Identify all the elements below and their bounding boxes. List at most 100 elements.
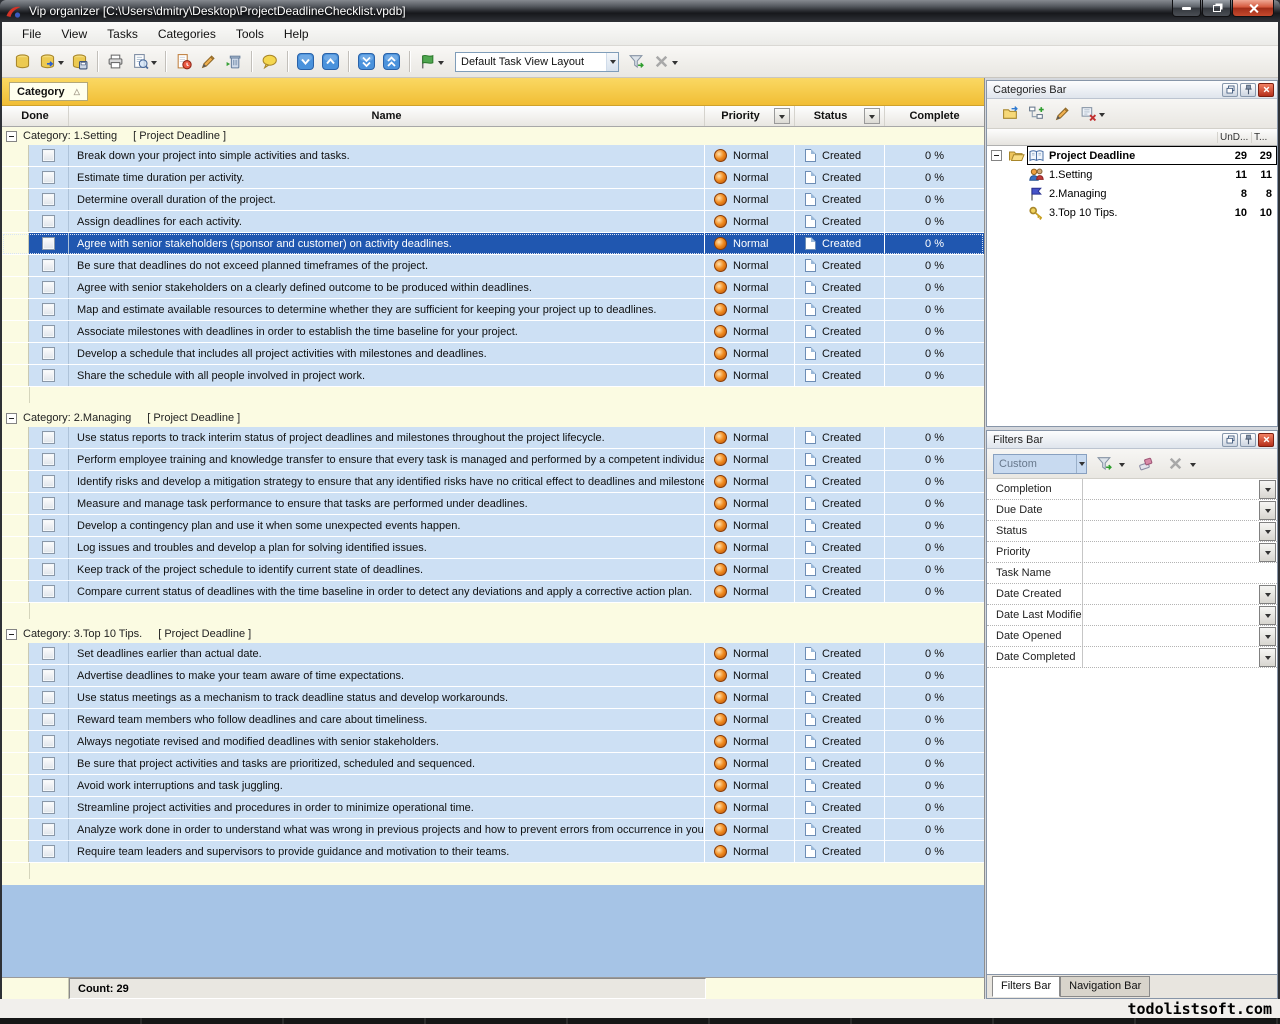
task-checkbox[interactable] (42, 475, 55, 488)
task-row[interactable]: Log issues and troubles and develop a pl… (2, 537, 984, 559)
task-row[interactable]: Reward team members who follow deadlines… (2, 709, 984, 731)
notes-button[interactable] (257, 49, 282, 74)
task-row[interactable]: Develop a schedule that includes all pro… (2, 343, 984, 365)
task-checkbox[interactable] (42, 497, 55, 510)
task-row[interactable]: Assign deadlines for each activity.Norma… (2, 211, 984, 233)
edit-category-button[interactable] (1049, 102, 1075, 126)
task-checkbox[interactable] (42, 757, 55, 770)
task-row[interactable]: Agree with senior stakeholders on a clea… (2, 277, 984, 299)
task-checkbox[interactable] (42, 171, 55, 184)
task-row[interactable]: Be sure that project activities and task… (2, 753, 984, 775)
task-checkbox[interactable] (42, 541, 55, 554)
new-task-button[interactable] (171, 49, 196, 74)
task-row[interactable]: Keep track of the project schedule to id… (2, 559, 984, 581)
category-row[interactable]: Project Deadline2929 (987, 146, 1277, 165)
filter-value-field[interactable] (1083, 521, 1259, 541)
apply-filter-dropdown-icon[interactable] (1119, 463, 1125, 470)
task-row[interactable]: Share the schedule with all people invol… (2, 365, 984, 387)
toolbar-more-icon[interactable] (672, 61, 678, 68)
filter-value-field[interactable] (1083, 563, 1277, 583)
task-row[interactable]: Perform employee training and knowledge … (2, 449, 984, 471)
task-checkbox[interactable] (42, 259, 55, 272)
new-database-button[interactable] (10, 49, 35, 74)
task-checkbox[interactable] (42, 735, 55, 748)
filter-value-field[interactable] (1083, 500, 1259, 520)
task-row[interactable]: Break down your project into simple acti… (2, 145, 984, 167)
task-row[interactable]: Develop a contingency plan and use it wh… (2, 515, 984, 537)
task-row[interactable]: Determine overall duration of the projec… (2, 189, 984, 211)
column-header-name[interactable]: Name (69, 106, 705, 126)
filter-dropdown-button[interactable] (1259, 648, 1276, 667)
task-row[interactable]: Be sure that deadlines do not exceed pla… (2, 255, 984, 277)
group-header[interactable]: Category: 3.Top 10 Tips.[ Project Deadli… (2, 625, 984, 643)
filters-more-icon[interactable] (1190, 463, 1196, 470)
print-dropdown-icon[interactable] (151, 61, 157, 68)
tab-navigation-bar[interactable]: Navigation Bar (1060, 976, 1150, 997)
filter-dropdown-button[interactable] (1259, 585, 1276, 604)
collapse-icon[interactable] (6, 413, 17, 424)
task-checkbox[interactable] (42, 713, 55, 726)
filter-value-field[interactable] (1083, 626, 1259, 646)
close-button[interactable] (1232, 0, 1274, 17)
total-column-header[interactable]: T... (1251, 132, 1277, 143)
filters-close-button[interactable] (1258, 433, 1274, 447)
task-row[interactable]: Associate milestones with deadlines in o… (2, 321, 984, 343)
categories-more-icon[interactable] (1099, 113, 1105, 120)
task-checkbox[interactable] (42, 325, 55, 338)
group-by-category-chip[interactable]: Category △ (9, 82, 88, 101)
collapse-icon[interactable] (6, 131, 17, 142)
column-header-status[interactable]: Status (795, 106, 885, 126)
minimize-button[interactable] (1172, 0, 1201, 17)
move-up-button[interactable] (318, 49, 343, 74)
category-row[interactable]: 2.Managing88 (987, 184, 1277, 203)
filter-preset-caret[interactable] (1076, 455, 1086, 473)
filter-value-field[interactable] (1083, 542, 1259, 562)
move-top-button[interactable] (379, 49, 404, 74)
new-subcategory-button[interactable] (1023, 102, 1049, 126)
apply-layout-button[interactable] (624, 49, 649, 74)
share-dropdown-icon[interactable] (438, 61, 444, 68)
filter-value-field[interactable] (1083, 647, 1259, 667)
categories-pin-button[interactable] (1240, 83, 1256, 97)
apply-filter-button[interactable] (1091, 452, 1117, 476)
menu-tasks[interactable]: Tasks (97, 24, 148, 44)
move-down-button[interactable] (293, 49, 318, 74)
print-preview-button[interactable] (128, 49, 153, 74)
collapse-icon[interactable] (6, 629, 17, 640)
menu-tools[interactable]: Tools (226, 24, 274, 44)
categories-close-button[interactable] (1258, 83, 1274, 97)
layout-combo-caret[interactable] (606, 53, 618, 71)
delete-task-button[interactable] (221, 49, 246, 74)
task-row[interactable]: Compare current status of deadlines with… (2, 581, 984, 603)
print-button[interactable] (103, 49, 128, 74)
share-button[interactable] (415, 49, 440, 74)
task-row[interactable]: Agree with senior stakeholders (sponsor … (2, 233, 984, 255)
filters-pin-button[interactable] (1240, 433, 1256, 447)
filter-dropdown-button[interactable] (1259, 480, 1276, 499)
task-row[interactable]: Streamline project activities and proced… (2, 797, 984, 819)
task-checkbox[interactable] (42, 647, 55, 660)
task-checkbox[interactable] (42, 585, 55, 598)
new-category-button[interactable] (997, 102, 1023, 126)
task-row[interactable]: Analyze work done in order to understand… (2, 819, 984, 841)
task-checkbox[interactable] (42, 453, 55, 466)
task-checkbox[interactable] (42, 347, 55, 360)
group-header[interactable]: Category: 2.Managing[ Project Deadline ] (2, 409, 984, 427)
save-database-button[interactable] (67, 49, 92, 74)
task-checkbox[interactable] (42, 845, 55, 858)
restore-button[interactable] (1202, 0, 1231, 17)
task-row[interactable]: Use status meetings as a mechanism to tr… (2, 687, 984, 709)
menu-view[interactable]: View (51, 24, 97, 44)
filter-dropdown-button[interactable] (1259, 522, 1276, 541)
open-database-dropdown-icon[interactable] (58, 61, 64, 68)
undone-column-header[interactable]: UnD... (1217, 132, 1251, 143)
task-checkbox[interactable] (42, 669, 55, 682)
filter-dropdown-button[interactable] (1259, 543, 1276, 562)
task-checkbox[interactable] (42, 431, 55, 444)
task-checkbox[interactable] (42, 691, 55, 704)
tab-filters-bar[interactable]: Filters Bar (992, 976, 1060, 997)
open-database-button[interactable] (35, 49, 60, 74)
filter-dropdown-button[interactable] (1259, 606, 1276, 625)
filter-value-field[interactable] (1083, 605, 1259, 625)
task-row[interactable]: Require team leaders and supervisors to … (2, 841, 984, 863)
